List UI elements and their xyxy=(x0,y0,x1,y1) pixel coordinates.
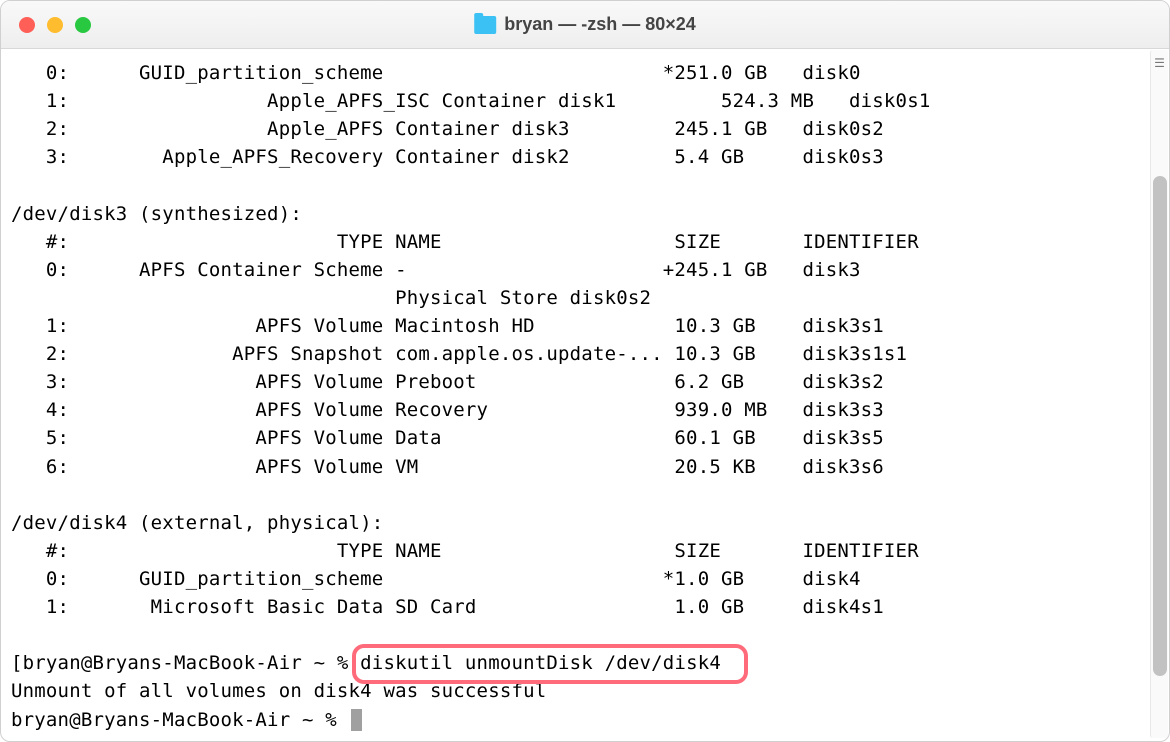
scrollbar-thumb[interactable] xyxy=(1153,176,1167,676)
scroll-up-icon[interactable]: ☰ xyxy=(1152,55,1167,70)
minimize-button[interactable] xyxy=(47,17,63,33)
prompt-2: bryan@Bryans-MacBook-Air ~ % xyxy=(11,709,349,731)
output-lines: 0: GUID_partition_scheme *251.0 GB disk0… xyxy=(11,59,1159,649)
close-button[interactable] xyxy=(19,17,35,33)
window-title: bryan — -zsh — 80×24 xyxy=(504,14,696,35)
prompt-1-command: diskutil unmountDisk /dev/disk4 xyxy=(360,652,721,674)
maximize-button[interactable] xyxy=(75,17,91,33)
titlebar[interactable]: bryan — -zsh — 80×24 xyxy=(1,1,1169,49)
terminal-window: bryan — -zsh — 80×24 0: GUID_partition_s… xyxy=(0,0,1170,742)
folder-icon xyxy=(474,16,496,34)
terminal-output[interactable]: 0: GUID_partition_scheme *251.0 GB disk0… xyxy=(1,49,1169,741)
prompt-1-host: [bryan@Bryans-MacBook-Air ~ % xyxy=(11,652,360,674)
traffic-lights xyxy=(1,17,91,33)
unmount-result: Unmount of all volumes on disk4 was succ… xyxy=(11,680,546,702)
window-title-container: bryan — -zsh — 80×24 xyxy=(474,14,696,35)
cursor-icon xyxy=(351,709,362,731)
